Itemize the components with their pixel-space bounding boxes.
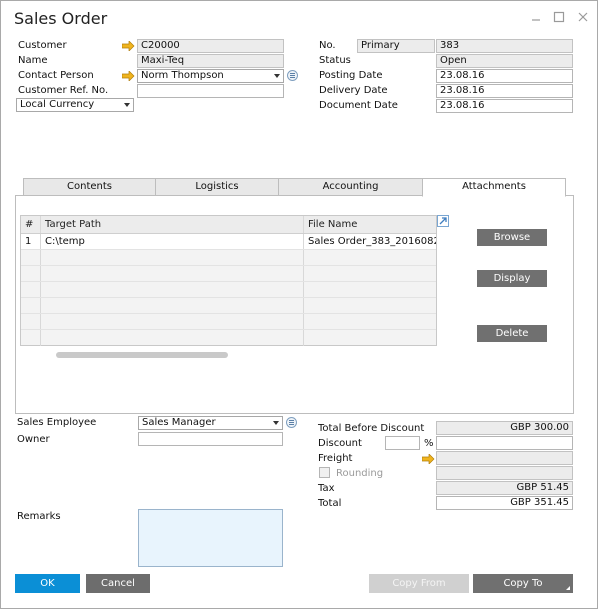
customer-ref-field[interactable] [137,84,284,98]
delivery-date-field[interactable]: 23.08.16 [436,84,573,98]
grid-header: # Target Path File Name [21,216,436,234]
table-row[interactable] [21,250,436,266]
customer-field[interactable]: C20000 [137,39,284,53]
freight-label: Freight [318,453,353,464]
owner-label: Owner [17,434,50,445]
sales-employee-value: Sales Manager [142,417,216,428]
percent-symbol: % [424,438,434,449]
delivery-date-label: Delivery Date [319,85,388,96]
column-header-file-name[interactable]: File Name [304,216,436,233]
sales-employee-label: Sales Employee [17,417,97,428]
tab-logistics[interactable]: Logistics [155,178,279,196]
doc-number-field[interactable]: 383 [436,39,573,53]
total-before-discount-field[interactable]: GBP 300.00 [436,421,573,435]
name-field[interactable]: Maxi-Teq [137,54,284,68]
close-icon[interactable] [575,9,591,25]
column-header-target-path[interactable]: Target Path [41,216,304,233]
copy-to-label: Copy To [503,578,543,589]
name-label: Name [18,55,48,66]
currency-select[interactable]: Local Currency [16,98,134,112]
table-row[interactable] [21,330,436,346]
status-field[interactable]: Open [436,54,573,68]
expand-icon[interactable] [437,215,449,227]
list-icon[interactable] [287,70,298,81]
discount-percent-field[interactable] [385,436,420,450]
contact-person-label: Contact Person [18,70,94,81]
row-number: 1 [21,234,41,249]
document-date-label: Document Date [319,100,398,111]
copy-to-button[interactable]: Copy To [473,574,573,593]
series-field[interactable]: Primary [357,39,435,53]
attachments-grid: # Target Path File Name 1 C:\temp Sales … [20,215,437,346]
chevron-down-icon [274,74,280,78]
total-label: Total [318,498,342,509]
column-header-number[interactable]: # [21,216,41,233]
file-name-cell[interactable]: Sales Order_383_20160823_09 [304,234,436,249]
ok-button[interactable]: OK [15,574,80,593]
tax-label: Tax [318,483,335,494]
customer-label: Customer [18,40,67,51]
cancel-button[interactable]: Cancel [86,574,150,593]
rounding-field[interactable] [436,466,573,480]
customer-ref-label: Customer Ref. No. [18,85,109,96]
remarks-label: Remarks [17,511,61,522]
total-before-discount-label: Total Before Discount [318,423,425,434]
rounding-label: Rounding [336,468,384,479]
link-arrow-icon[interactable] [421,453,435,465]
display-button[interactable]: Display [477,270,547,287]
document-date-field[interactable]: 23.08.16 [436,99,573,113]
copy-from-button[interactable]: Copy From [369,574,469,593]
table-row[interactable] [21,266,436,282]
status-label: Status [319,55,351,66]
posting-date-field[interactable]: 23.08.16 [436,69,573,83]
total-field[interactable]: GBP 351.45 [436,496,573,510]
contact-person-select[interactable]: Norm Thompson [137,69,284,83]
target-path-cell[interactable]: C:\temp [41,234,304,249]
table-row[interactable] [21,314,436,330]
maximize-icon[interactable] [551,9,567,25]
owner-field[interactable] [138,432,283,446]
minimize-icon[interactable] [528,9,544,25]
dropdown-corner-icon [566,586,570,590]
link-arrow-icon[interactable] [121,40,135,52]
discount-label: Discount [318,438,362,449]
currency-value: Local Currency [20,99,95,110]
tab-contents[interactable]: Contents [23,178,156,196]
table-row[interactable]: 1 C:\temp Sales Order_383_20160823_09 [21,234,436,250]
freight-field[interactable] [436,451,573,465]
table-row[interactable] [21,282,436,298]
rounding-checkbox[interactable] [319,467,330,478]
link-arrow-icon[interactable] [121,70,135,82]
no-label: No. [319,40,336,51]
browse-button[interactable]: Browse [477,229,547,246]
discount-amount-field[interactable] [436,436,573,450]
sales-order-window: Sales Order Customer C20000 Name Maxi-Te… [0,0,598,609]
chevron-down-icon [273,421,279,425]
posting-date-label: Posting Date [319,70,383,81]
chevron-down-icon [124,103,130,107]
tax-field[interactable]: GBP 51.45 [436,481,573,495]
delete-button[interactable]: Delete [477,325,547,342]
sales-employee-select[interactable]: Sales Manager [138,416,283,430]
contact-person-value: Norm Thompson [141,70,224,81]
tab-attachments[interactable]: Attachments [422,178,566,197]
horizontal-scrollbar[interactable] [56,352,228,358]
window-title: Sales Order [14,9,108,28]
list-icon[interactable] [286,417,297,428]
tab-strip: Contents Logistics Accounting Attachment… [23,178,568,197]
table-row[interactable] [21,298,436,314]
tab-accounting[interactable]: Accounting [278,178,423,196]
remarks-textarea[interactable] [138,509,283,567]
